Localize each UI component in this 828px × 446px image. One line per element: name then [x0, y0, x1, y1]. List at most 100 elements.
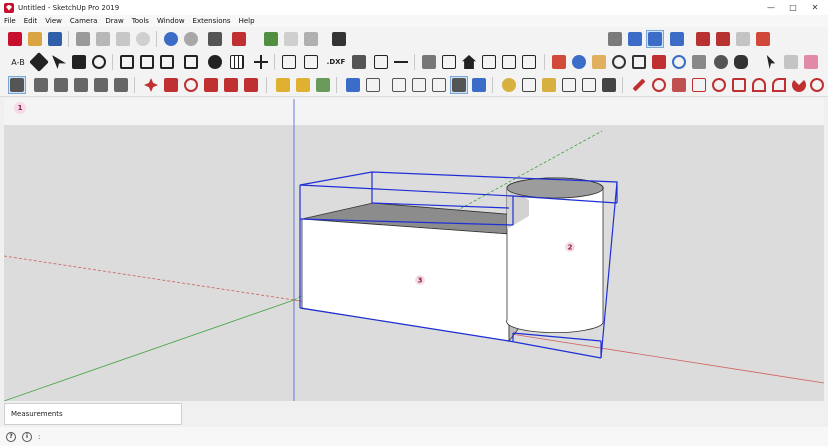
position-camera-icon[interactable]: [606, 30, 624, 48]
zoom-icon[interactable]: [610, 53, 628, 71]
move-icon[interactable]: [70, 53, 88, 71]
rectangle-tool-icon[interactable]: [670, 76, 688, 94]
info-icon[interactable]: i: [22, 431, 32, 442]
look-around-icon[interactable]: [712, 53, 730, 71]
home-icon[interactable]: [500, 53, 518, 71]
erase-icon[interactable]: [134, 30, 152, 48]
zoom-window-icon[interactable]: [630, 53, 648, 71]
dimension-icon[interactable]: [520, 76, 538, 94]
rectangle-icon[interactable]: [280, 53, 298, 71]
polygon-icon[interactable]: [730, 76, 748, 94]
settings-icon[interactable]: [206, 53, 224, 71]
dxf-button[interactable]: .DXF: [324, 53, 348, 71]
warehouse-icon[interactable]: [734, 30, 752, 48]
measurements-box[interactable]: Measurements: [4, 403, 182, 425]
cube-outline-icon[interactable]: [440, 53, 458, 71]
shadow-toggle-icon[interactable]: [330, 30, 348, 48]
redo-icon[interactable]: [182, 30, 200, 48]
zoom-extents-icon[interactable]: [650, 53, 668, 71]
section-label[interactable]: A-B: [6, 53, 30, 71]
xray-icon[interactable]: [32, 76, 50, 94]
menu-help[interactable]: Help: [239, 17, 255, 25]
back-view-icon[interactable]: [430, 76, 448, 94]
pan-icon[interactable]: [590, 53, 608, 71]
components-icon[interactable]: [694, 30, 712, 48]
shaded-icon[interactable]: [112, 76, 130, 94]
push-icon[interactable]: [162, 76, 180, 94]
house-outline-icon[interactable]: [480, 53, 498, 71]
two-point-arc-icon[interactable]: [770, 76, 788, 94]
style-icon[interactable]: [282, 30, 300, 48]
orbit-tool-icon[interactable]: [570, 53, 588, 71]
grid-icon[interactable]: [228, 53, 246, 71]
axes-icon[interactable]: [252, 53, 270, 71]
materials-icon[interactable]: [714, 30, 732, 48]
shadow-icon[interactable]: [302, 30, 320, 48]
three-point-arc-icon[interactable]: [808, 76, 826, 94]
maximize-button[interactable]: □: [782, 0, 804, 15]
left-view-icon[interactable]: [450, 76, 468, 94]
walk-icon[interactable]: [732, 53, 750, 71]
protractor-icon[interactable]: [782, 53, 800, 71]
extension-icon[interactable]: [754, 30, 772, 48]
follow-icon[interactable]: [202, 76, 220, 94]
follow-me-icon[interactable]: [158, 53, 176, 71]
rotated-rect-icon[interactable]: [690, 76, 708, 94]
arc-icon[interactable]: [750, 76, 768, 94]
model-info-icon[interactable]: [230, 30, 248, 48]
tape-icon[interactable]: [500, 76, 518, 94]
freehand-icon[interactable]: [650, 76, 668, 94]
rotate-icon[interactable]: [90, 53, 108, 71]
display-icon[interactable]: [8, 76, 26, 94]
house-icon[interactable]: [460, 53, 478, 71]
back-edges-icon[interactable]: [52, 76, 70, 94]
right-view-icon[interactable]: [410, 76, 428, 94]
orbit-icon[interactable]: [626, 30, 644, 48]
cut-icon[interactable]: [74, 30, 92, 48]
scene-canvas[interactable]: 3 2: [4, 99, 824, 401]
menu-draw[interactable]: Draw: [105, 17, 123, 25]
3d-text-icon[interactable]: [600, 76, 618, 94]
new-icon[interactable]: [6, 30, 24, 48]
paste-icon[interactable]: [114, 30, 132, 48]
menu-tools[interactable]: Tools: [132, 17, 149, 25]
print-icon[interactable]: [206, 30, 224, 48]
cube-yellow-icon[interactable]: [294, 76, 312, 94]
text-icon[interactable]: [560, 76, 578, 94]
rotate-tool-icon[interactable]: [182, 76, 200, 94]
open-icon[interactable]: [26, 30, 44, 48]
scale-icon[interactable]: [118, 53, 136, 71]
layer-icon[interactable]: [262, 30, 280, 48]
iso-view-blue-icon[interactable]: [344, 76, 362, 94]
close-button[interactable]: ✕: [804, 0, 826, 15]
hidden-line-icon[interactable]: [92, 76, 110, 94]
help-icon[interactable]: ?: [6, 431, 16, 442]
undo-icon[interactable]: [162, 30, 180, 48]
circle-icon[interactable]: [710, 76, 728, 94]
box-front-face[interactable]: [301, 218, 510, 342]
paint-bucket-icon[interactable]: [550, 53, 568, 71]
menu-window[interactable]: Window: [157, 17, 185, 25]
minimize-button[interactable]: —: [760, 0, 782, 15]
model-viewport[interactable]: 1 3 2: [4, 99, 824, 401]
wireframe-icon[interactable]: [72, 76, 90, 94]
menu-camera[interactable]: Camera: [70, 17, 97, 25]
cube-green-icon[interactable]: [314, 76, 332, 94]
flip-icon[interactable]: [520, 53, 538, 71]
menu-extensions[interactable]: Extensions: [193, 17, 231, 25]
menu-edit[interactable]: Edit: [24, 17, 38, 25]
menu-view[interactable]: View: [45, 17, 62, 25]
eraser-icon[interactable]: [802, 53, 820, 71]
scale-tool-icon[interactable]: [222, 76, 240, 94]
save-icon[interactable]: [46, 30, 64, 48]
previous-view-icon[interactable]: [670, 53, 688, 71]
printer-icon[interactable]: [350, 53, 368, 71]
layout-icon[interactable]: [302, 53, 320, 71]
offset-icon[interactable]: [182, 53, 200, 71]
move-tool-icon[interactable]: [142, 76, 160, 94]
cube-icon[interactable]: [420, 53, 438, 71]
pencil-icon[interactable]: [630, 76, 648, 94]
bottom-view-icon[interactable]: [470, 76, 488, 94]
axes-tool-icon[interactable]: [580, 76, 598, 94]
select-arrow-icon[interactable]: [762, 53, 780, 71]
